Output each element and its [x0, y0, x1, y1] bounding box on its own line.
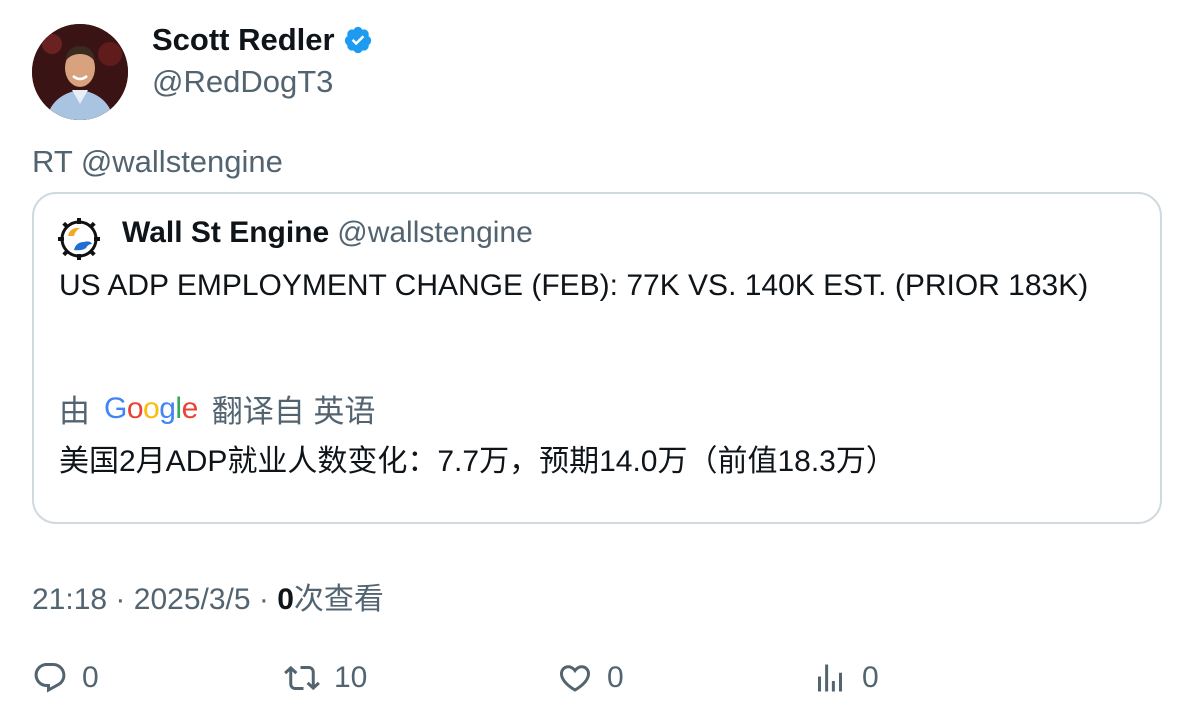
translation-attribution[interactable]: 由 Google 翻译自 英语 [59, 386, 375, 431]
views-action-count: 0 [862, 661, 879, 694]
verified-badge-icon [344, 26, 371, 54]
avatar-photo [32, 24, 128, 120]
heart-icon [559, 665, 591, 692]
author-avatar[interactable] [32, 24, 128, 120]
translate-prefix: 由 [59, 394, 90, 429]
translated-text: 美国2月ADP就业人数变化：7.7万，预期14.0万（前值18.3万） [59, 445, 896, 478]
author-handle[interactable]: @RedDogT3 [152, 64, 333, 100]
quote-avatar[interactable] [58, 218, 100, 260]
reply-button[interactable]: 0 [32, 660, 99, 696]
meta-separator: · [115, 583, 126, 616]
like-button[interactable]: 0 [557, 660, 624, 696]
quote-text: US ADP EMPLOYMENT CHANGE (FEB): 77K VS. … [59, 269, 1089, 302]
quoted-tweet-card[interactable]: Wall St Engine @wallstengine US ADP EMPL… [32, 192, 1162, 524]
analytics-icon [818, 664, 842, 692]
author-name-row[interactable]: Scott Redler [152, 22, 373, 58]
tweet-time[interactable]: 21:18 [32, 583, 107, 616]
translate-suffix: 翻译自 英语 [211, 394, 376, 429]
quote-author-name[interactable]: Wall St Engine [122, 216, 329, 250]
gear-logo-icon [58, 218, 100, 260]
views-label: 次查看 [293, 583, 384, 616]
quote-author-handle[interactable]: @wallstengine [337, 216, 533, 250]
retweet-text: RT @wallstengine [32, 144, 283, 179]
retweet-count: 10 [334, 661, 368, 694]
like-count: 0 [607, 661, 624, 694]
google-logo: Google [104, 391, 198, 425]
tweet-date[interactable]: 2025/3/5 [134, 583, 251, 616]
reply-icon [34, 663, 66, 693]
reply-count: 0 [82, 661, 99, 694]
quote-header[interactable]: Wall St Engine @wallstengine [122, 216, 533, 250]
retweet-icon [284, 665, 320, 691]
views-button[interactable]: 0 [812, 660, 879, 696]
views-count: 0 [277, 583, 294, 616]
meta-separator: · [258, 583, 269, 616]
retweet-button[interactable]: 10 [284, 660, 367, 696]
tweet-meta: 21:18 · 2025/3/5 · 0次查看 [32, 574, 384, 618]
author-name[interactable]: Scott Redler [152, 22, 335, 58]
